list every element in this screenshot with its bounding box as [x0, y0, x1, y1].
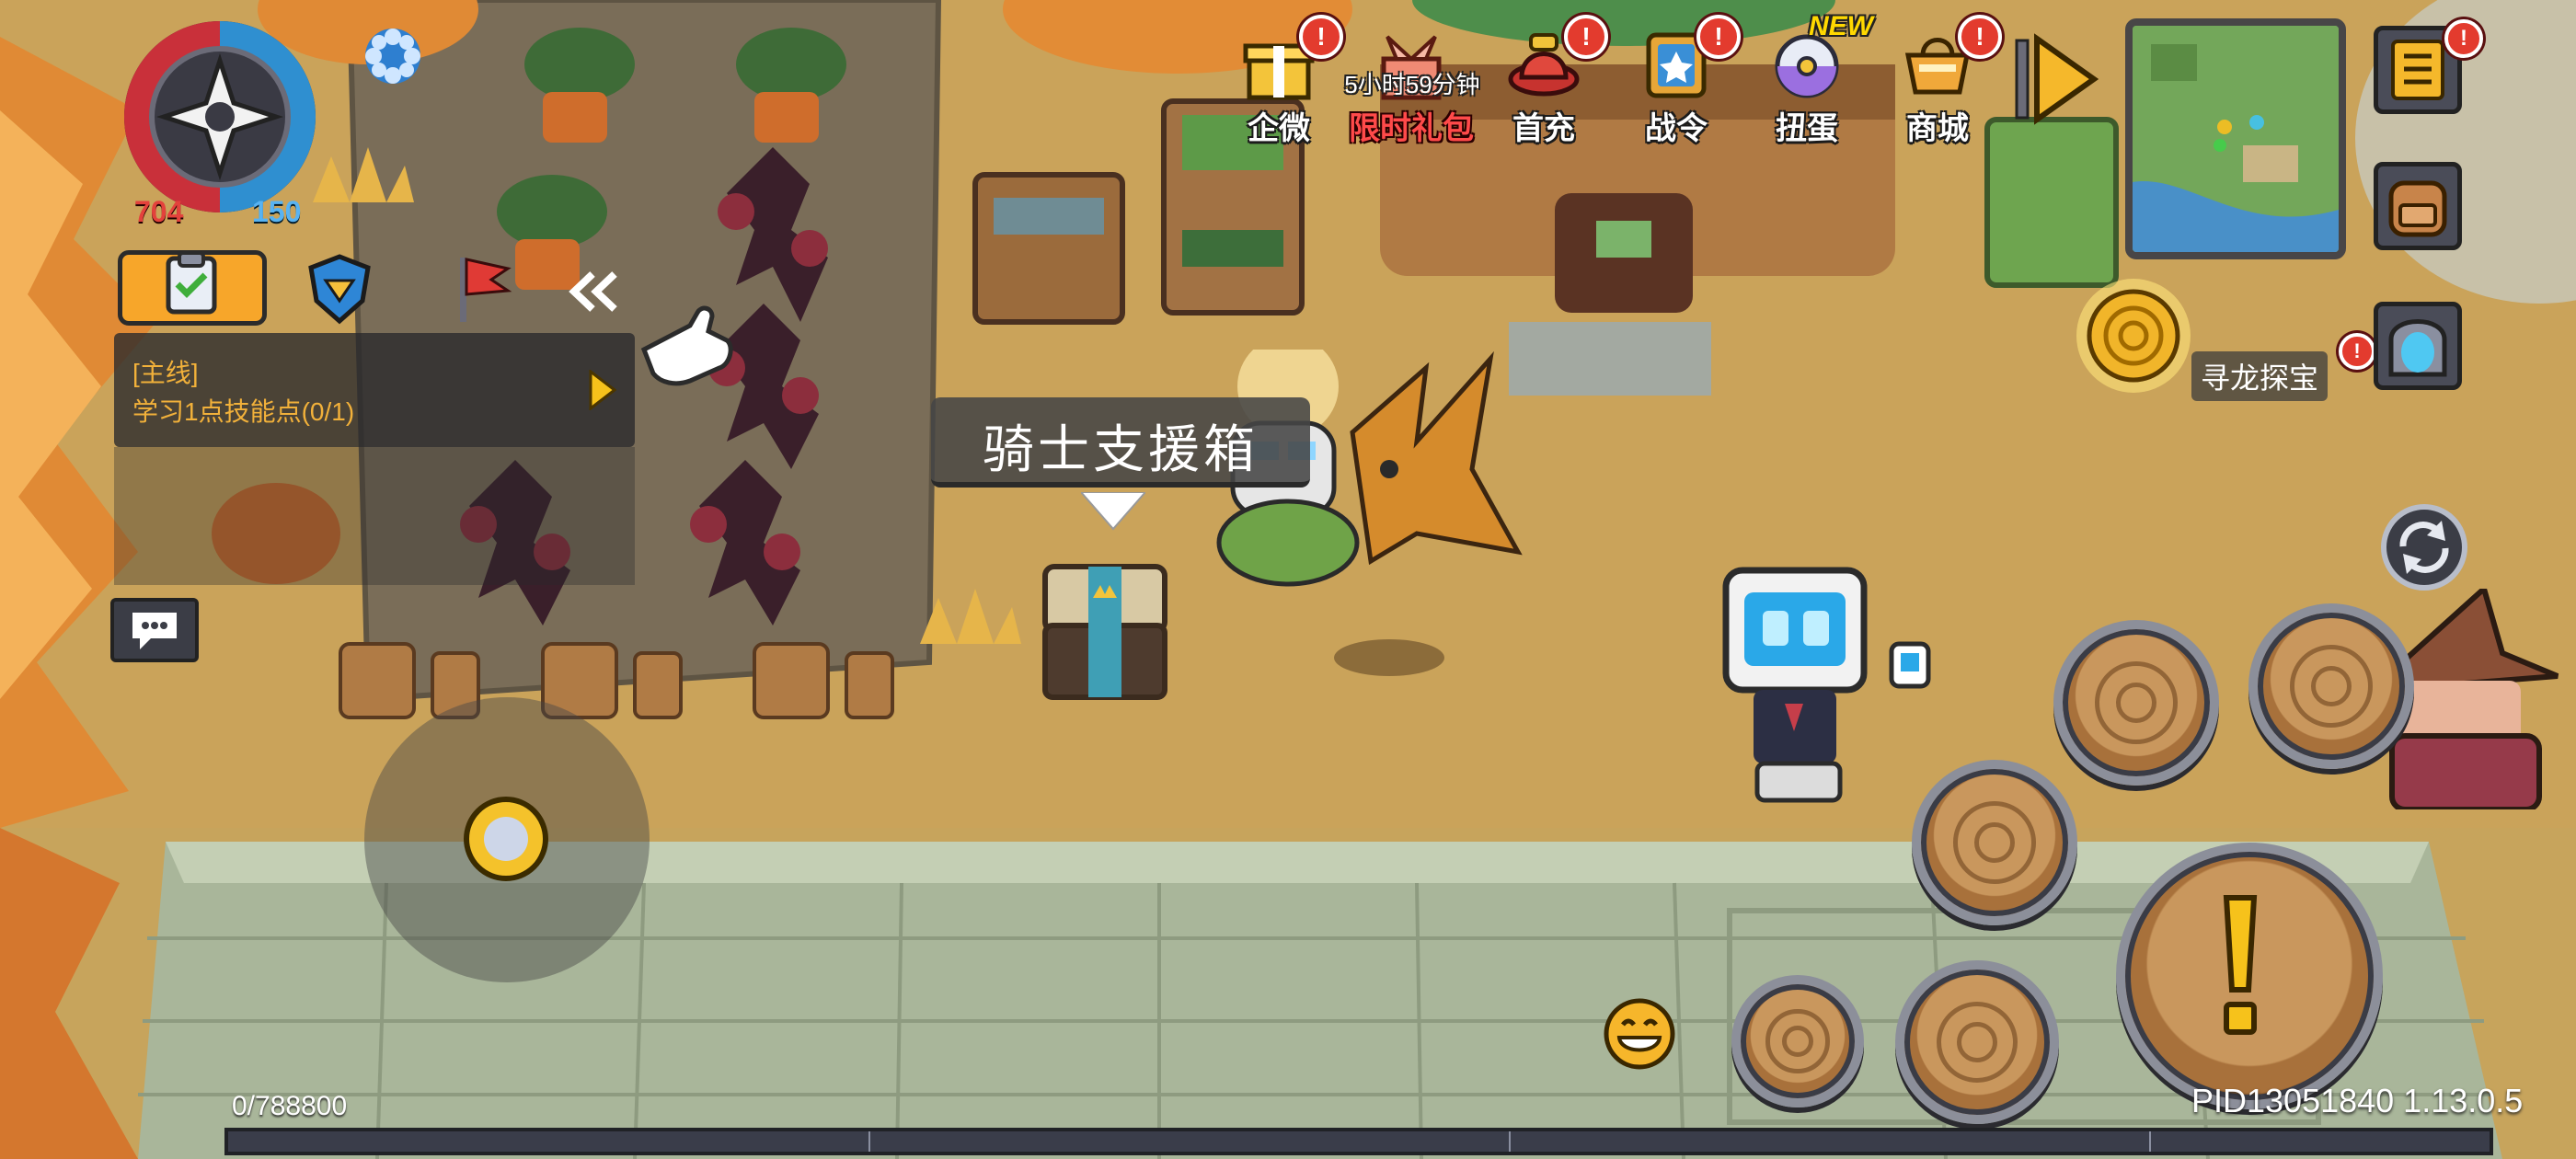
pointer-arrow-icon: [1081, 492, 1145, 531]
dragon-hunt-button[interactable]: 寻龙探宝 !: [2074, 279, 2375, 405]
top-menu-shop[interactable]: ! 商城: [1882, 15, 2002, 146]
gacha-new-tag: NEW: [1809, 11, 1873, 41]
exclamation-icon: [2223, 895, 2258, 1035]
pid-version: PID13051840 1.13.0.5: [2191, 1082, 2524, 1119]
top-menu-battle-pass[interactable]: ! 战令: [1621, 15, 1741, 146]
menu-badge: !: [1696, 15, 1741, 59]
quest-tracker-backdrop: [114, 447, 635, 585]
quest-tab-button[interactable]: [118, 250, 267, 326]
menu-label: 限时礼包: [1349, 111, 1474, 146]
menu-badge: !: [1564, 15, 1608, 59]
menu-badge: !: [1299, 15, 1343, 59]
menu-label: 扭蛋: [1776, 111, 1838, 146]
quest-description: 学习1点技能点(0/1): [132, 397, 355, 426]
quest-list-badge-icon: !: [2444, 19, 2483, 58]
backpack-button[interactable]: [2374, 162, 2462, 250]
top-menu-gacha[interactable]: NEW 扭蛋: [1752, 11, 1873, 146]
hp-energy-compass[interactable]: 704 150: [118, 15, 322, 228]
menu-badge: !: [1958, 15, 2002, 59]
expand-menu-arrow-icon[interactable]: [2015, 33, 2103, 125]
play-arrow-icon: [589, 370, 616, 410]
exp-progress-bar: [224, 1128, 2493, 1155]
top-menu-first-charge[interactable]: ! 首充: [1489, 15, 1608, 146]
chat-button[interactable]: [110, 598, 199, 662]
skill-button-2[interactable]: [2248, 603, 2414, 769]
skill-button-4[interactable]: [1731, 975, 1864, 1107]
limited-gift-timer: 5小时59分钟: [1344, 71, 1480, 98]
robot-npc[interactable]: [1711, 552, 1932, 809]
collapse-chevrons-icon[interactable]: [565, 269, 620, 315]
top-menu-wechat-work[interactable]: ! 企微: [1224, 15, 1343, 146]
joystick-knob[interactable]: [464, 797, 548, 881]
exp-value: 0/788800: [232, 1091, 348, 1121]
quest-tracker[interactable]: [主线] 学习1点技能点(0/1): [114, 333, 635, 447]
menu-label: 首充: [1512, 111, 1575, 146]
chat-bubble-icon: [132, 613, 177, 649]
dragon-hunt-badge: !: [2339, 333, 2375, 370]
tutorial-pointing-hand-icon: [640, 305, 733, 386]
quest-list-button[interactable]: !: [2374, 19, 2483, 114]
minimap[interactable]: [2125, 18, 2346, 259]
menu-label: 企微: [1248, 111, 1310, 146]
npc-prompt-label: 骑士支援箱: [983, 420, 1259, 478]
skill-button-5[interactable]: [1895, 960, 2059, 1124]
portal-icon: [2388, 319, 2447, 377]
energy-value: 150: [252, 195, 302, 228]
switch-weapon-button[interactable]: [2381, 504, 2467, 591]
npc-prompt-bubble[interactable]: 骑士支援箱: [931, 397, 1310, 488]
team-shield-icon[interactable]: [304, 253, 375, 325]
interact-action-button[interactable]: [2116, 843, 2383, 1109]
skill-button-1[interactable]: [2053, 620, 2219, 786]
menu-label: 战令: [1645, 111, 1708, 146]
grin-face-icon: [1604, 998, 1675, 1070]
clipboard-icon: [166, 251, 217, 315]
dragon-coin-icon: [2076, 279, 2191, 393]
refresh-icon: [2399, 521, 2449, 574]
settings-gear-icon[interactable]: [359, 22, 427, 90]
quest-category: [主线]: [132, 359, 199, 387]
hp-value: 704: [134, 195, 184, 228]
menu-label: 商城: [1906, 111, 1969, 146]
backpack-icon: [2388, 180, 2447, 237]
emoji-button[interactable]: [1603, 997, 1676, 1071]
top-menu-limited-gift[interactable]: 5小时59分钟 限时礼包: [1344, 20, 1480, 146]
portal-button[interactable]: [2374, 302, 2462, 390]
virtual-joystick[interactable]: [364, 697, 650, 982]
skill-button-3[interactable]: [1912, 760, 2077, 925]
dragon-hunt-label: 寻龙探宝: [2191, 351, 2329, 401]
flag-icon[interactable]: [451, 252, 515, 326]
knight-support-chest[interactable]: [1038, 561, 1172, 705]
